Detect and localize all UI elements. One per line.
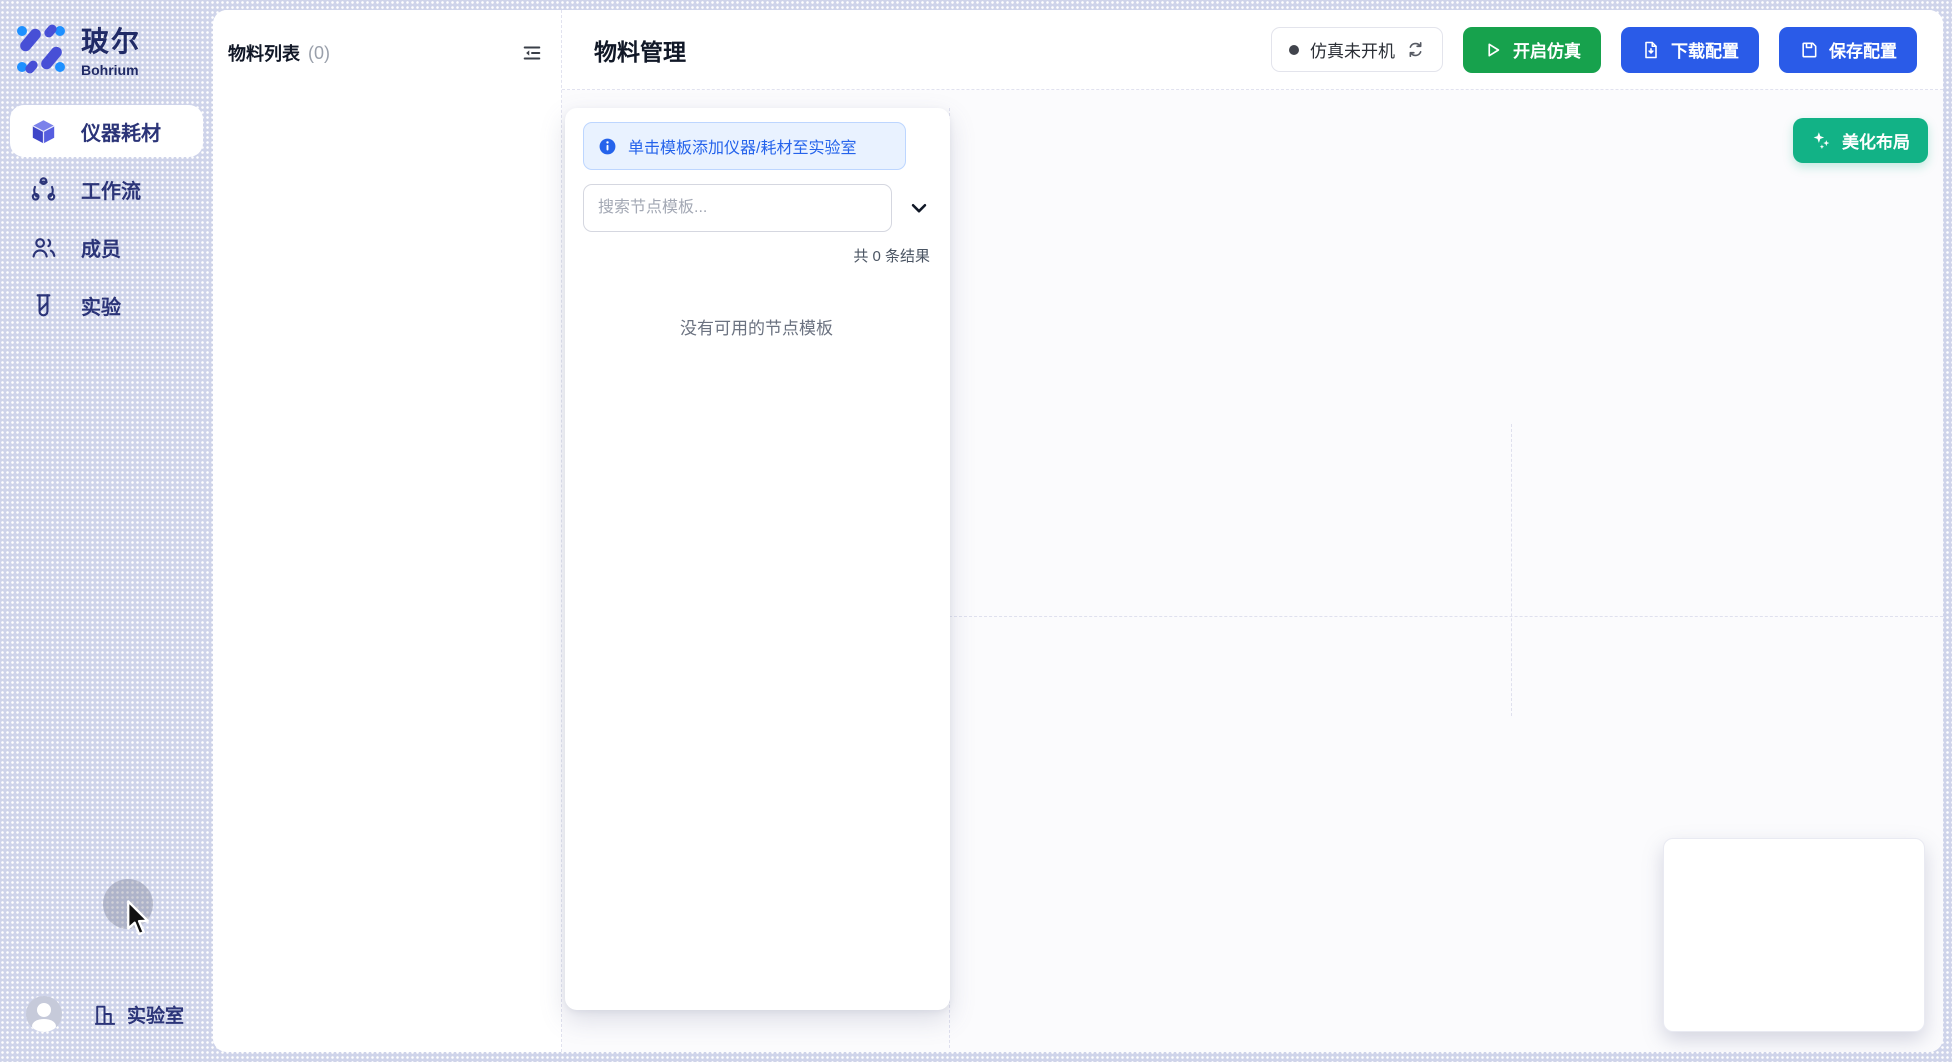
workflow-icon: [30, 176, 57, 203]
play-icon: [1483, 40, 1503, 60]
save-config-label: 保存配置: [1829, 37, 1897, 62]
minimap-panel[interactable]: [1663, 838, 1925, 1032]
result-count-label: 共 0 条结果: [583, 245, 930, 266]
materials-list-panel: 物料列表 (0): [213, 10, 562, 1052]
materials-list-title: 物料列表: [228, 40, 300, 66]
user-avatar[interactable]: [26, 996, 62, 1032]
mouse-cursor: [122, 900, 152, 938]
refresh-icon[interactable]: [1406, 40, 1425, 59]
save-config-button[interactable]: 保存配置: [1779, 27, 1917, 73]
info-banner: 单击模板添加仪器/耗材至实验室: [583, 122, 906, 170]
empty-state-text: 没有可用的节点模板: [583, 314, 930, 339]
flow-canvas[interactable]: 单击模板添加仪器/耗材至实验室 共 0 条结果 没有可用的节点模板 美化布局: [562, 90, 1943, 1052]
canvas-guide-line: [1511, 424, 1512, 716]
beautify-layout-label: 美化布局: [1842, 128, 1910, 153]
sidebar-item-instruments[interactable]: 仪器耗材: [10, 105, 203, 157]
building-icon: [92, 1002, 117, 1027]
start-simulation-button[interactable]: 开启仿真: [1463, 27, 1601, 73]
sidebar-nav: 仪器耗材 工作流 成员: [10, 105, 203, 331]
experiment-icon: [30, 292, 57, 319]
main-header: 物料管理 仿真未开机 开启仿真: [562, 10, 1943, 90]
sidebar-item-label: 成员: [81, 233, 121, 262]
download-file-icon: [1641, 40, 1661, 60]
start-simulation-label: 开启仿真: [1513, 37, 1581, 62]
bohrium-logo-icon: [15, 23, 67, 75]
download-config-button[interactable]: 下载配置: [1621, 27, 1759, 73]
brand-name-zh: 玻尔: [81, 20, 141, 60]
beautify-layout-button[interactable]: 美化布局: [1793, 118, 1928, 163]
chevron-down-icon: [908, 197, 930, 219]
brand-name-en: Bohrium: [81, 62, 141, 78]
materials-list-header: 物料列表 (0): [213, 10, 561, 66]
members-icon: [30, 234, 57, 261]
sidebar-item-label: 实验: [81, 291, 121, 320]
sidebar-item-workflow[interactable]: 工作流: [10, 163, 203, 215]
sparkles-icon: [1811, 130, 1832, 151]
simulation-status-pill: 仿真未开机: [1271, 27, 1443, 72]
materials-count-badge: (0): [308, 43, 330, 64]
info-icon: [598, 137, 617, 156]
sidebar-item-label: 仪器耗材: [81, 117, 161, 146]
brand-logo: 玻尔 Bohrium: [15, 20, 141, 78]
node-template-panel: 单击模板添加仪器/耗材至实验室 共 0 条结果 没有可用的节点模板: [565, 108, 950, 1010]
download-config-label: 下载配置: [1671, 37, 1739, 62]
collapse-panel-icon[interactable]: [521, 42, 543, 64]
save-icon: [1799, 40, 1819, 60]
status-dot-icon: [1289, 45, 1299, 55]
content-card: 物料列表 (0) 物料管理 仿真未开机: [213, 10, 1943, 1052]
laboratory-label: 实验室: [127, 1001, 184, 1028]
template-search-row: [583, 184, 932, 232]
header-actions: 仿真未开机 开启仿真 下: [1271, 27, 1917, 73]
page-title: 物料管理: [594, 33, 686, 67]
sidebar-item-label: 工作流: [81, 175, 141, 204]
expand-filters-button[interactable]: [906, 195, 932, 221]
simulation-status-label: 仿真未开机: [1310, 37, 1395, 62]
sidebar-footer: 实验室: [26, 996, 184, 1032]
cube-icon: [30, 118, 57, 145]
template-search-input[interactable]: [583, 184, 892, 232]
sidebar-item-experiments[interactable]: 实验: [10, 279, 203, 331]
sidebar-item-laboratory[interactable]: 实验室: [92, 1001, 184, 1028]
canvas-guide-line: [949, 616, 1943, 617]
sidebar-item-members[interactable]: 成员: [10, 221, 203, 273]
info-banner-text: 单击模板添加仪器/耗材至实验室: [628, 134, 856, 158]
